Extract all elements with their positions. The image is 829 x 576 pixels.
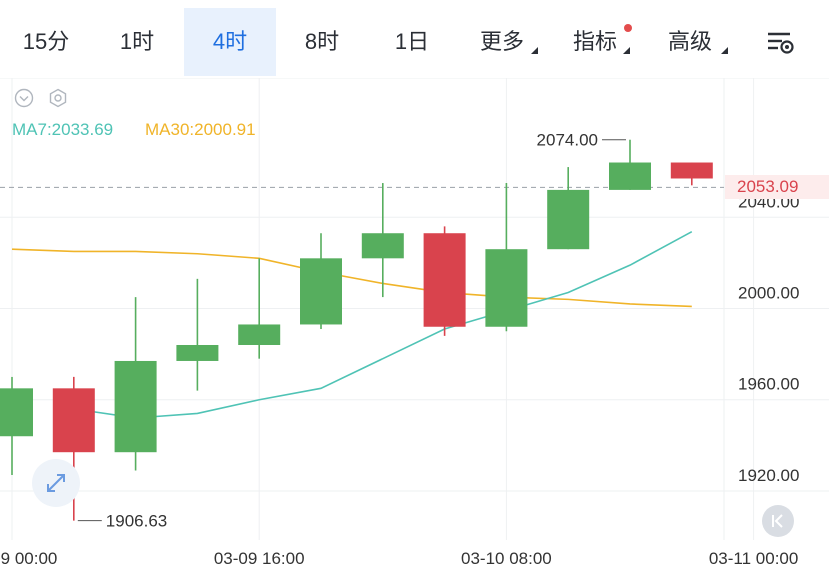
- candle-body: [670, 162, 713, 179]
- candle-body: [176, 344, 219, 361]
- tab-1h[interactable]: 1时: [96, 8, 178, 76]
- chevron-down-circle-icon: [14, 88, 34, 108]
- tab-4h[interactable]: 4时: [184, 8, 276, 76]
- moving-average-layer: [11, 230, 693, 419]
- x-tick-label: 03-11 00:00: [709, 549, 798, 568]
- skip-back-icon: [772, 514, 783, 528]
- tab-label: 1日: [394, 29, 430, 54]
- y-tick-label: 1920.00: [738, 466, 799, 485]
- ma30-legend: MA30:2000.91: [145, 120, 256, 139]
- candle-body: [609, 162, 651, 190]
- candle-body: [238, 324, 281, 345]
- ma30-line: [11, 248, 692, 308]
- y-tick-label: 1960.00: [738, 375, 799, 394]
- tab-1d[interactable]: 1日: [370, 8, 454, 76]
- high-price-label: 2074.00: [537, 131, 598, 150]
- tab-15min[interactable]: 15分: [6, 8, 86, 76]
- x-tick-label: 03-09 16:00: [214, 549, 305, 568]
- tab-advanced[interactable]: 高级: [648, 8, 732, 76]
- notification-dot-icon: [624, 24, 632, 32]
- tab-label: 8时: [304, 29, 340, 54]
- jump-to-latest-button[interactable]: [762, 505, 794, 537]
- candle-body: [300, 258, 342, 325]
- tab-label: 4时: [212, 29, 248, 54]
- tab-label: 高级: [667, 29, 712, 54]
- candle-body: [52, 388, 95, 453]
- candlestick-chart[interactable]: 2040.002000.001960.001920.0003-09 00:000…: [0, 78, 829, 576]
- chart-settings-button[interactable]: [760, 26, 800, 60]
- tab-label: 更多: [479, 29, 524, 54]
- tab-label: 指标: [572, 29, 617, 54]
- dropdown-triangle-icon: [721, 47, 728, 54]
- candle-body: [547, 189, 590, 250]
- label-layer: 2040.002000.001960.001920.0003-09 00:000…: [0, 131, 799, 568]
- x-tick-label: 03-09 00:00: [0, 549, 57, 568]
- indicator-settings-button[interactable]: [48, 88, 68, 108]
- candle-body: [114, 360, 157, 453]
- fullscreen-button[interactable]: [32, 459, 80, 507]
- dropdown-triangle-icon: [623, 47, 630, 54]
- candle-body: [423, 233, 466, 327]
- current-price-tag: 2053.09: [725, 175, 829, 199]
- x-tick-label: 03-10 08:00: [461, 549, 552, 568]
- grid-layer: [0, 78, 829, 540]
- candle-body: [361, 233, 404, 259]
- low-price-label: 1906.63: [106, 512, 167, 531]
- candle-body: [485, 249, 528, 327]
- expand-arrows-icon: [47, 474, 65, 492]
- ma7-legend: MA7:2033.69: [12, 120, 114, 139]
- tab-more[interactable]: 更多: [462, 8, 542, 76]
- hexagon-settings-icon: [49, 88, 67, 108]
- timeframe-toolbar: 15分 1时 4时 8时 1日 更多 指标 高级: [0, 0, 829, 78]
- candle-body: [0, 388, 33, 437]
- dropdown-triangle-icon: [531, 47, 538, 54]
- candle-layer: [0, 139, 713, 521]
- y-tick-label: 2000.00: [738, 284, 799, 303]
- tab-label: 1时: [119, 29, 155, 54]
- collapse-indicator-button[interactable]: [14, 88, 34, 108]
- tab-indicators[interactable]: 指标: [556, 8, 634, 76]
- tab-label: 15分: [22, 29, 70, 54]
- chart-settings-icon: [768, 32, 794, 54]
- tab-8h[interactable]: 8时: [280, 8, 364, 76]
